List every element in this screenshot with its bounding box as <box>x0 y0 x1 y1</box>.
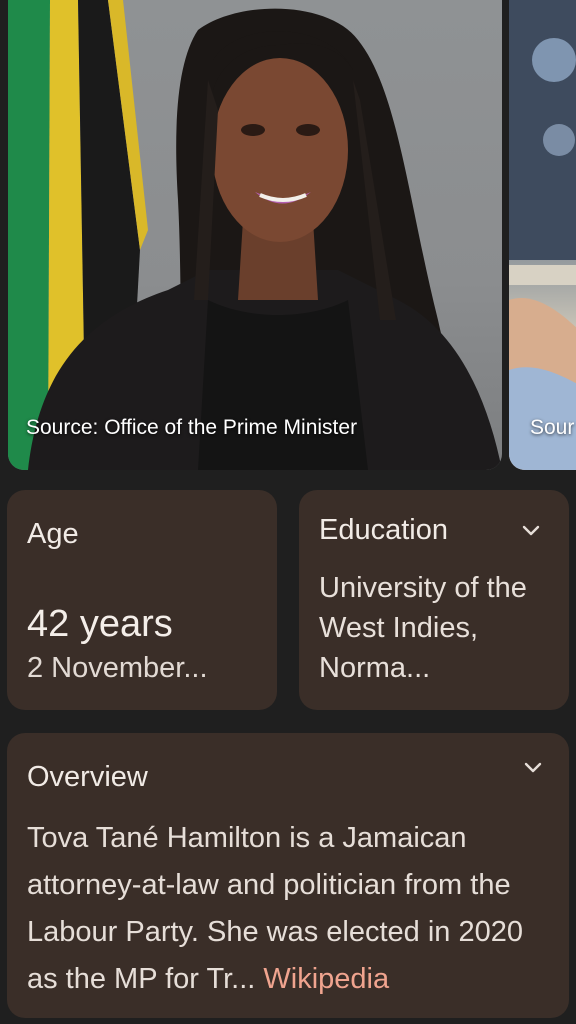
education-card-title: Education <box>319 514 448 546</box>
age-card[interactable]: Age 42 years 2 November... <box>7 490 277 710</box>
partial-photo-image <box>509 0 576 470</box>
overview-card-title: Overview <box>27 761 148 793</box>
next-photo-thumbnail[interactable]: Sour <box>509 0 576 470</box>
chevron-down-icon[interactable] <box>519 518 543 542</box>
birth-date-text: 2 November... <box>27 652 208 684</box>
profile-photo[interactable]: Source: Office of the Prime Minister <box>8 0 502 470</box>
education-value: University of the West Indies, Norma... <box>319 572 527 684</box>
age-value: 42 years <box>27 603 173 645</box>
knowledge-panel: Source: Office of the Prime Minister Sou… <box>0 0 576 1024</box>
image-source-caption: Source: Office of the Prime Minister <box>26 416 358 439</box>
overview-description: Tova Tané Hamilton is a Jamaican attorne… <box>27 815 557 1003</box>
person-portrait-image <box>28 8 502 470</box>
image-source-caption-next: Sour <box>530 416 575 439</box>
image-carousel[interactable]: Source: Office of the Prime Minister Sou… <box>0 0 576 470</box>
chevron-down-icon[interactable] <box>521 755 545 779</box>
wikipedia-link[interactable]: Wikipedia <box>263 963 389 995</box>
education-card[interactable]: Education University of the West Indies,… <box>299 490 569 710</box>
age-card-title: Age <box>27 518 79 550</box>
overview-card[interactable]: Overview Tova Tané Hamilton is a Jamaica… <box>7 733 569 1018</box>
